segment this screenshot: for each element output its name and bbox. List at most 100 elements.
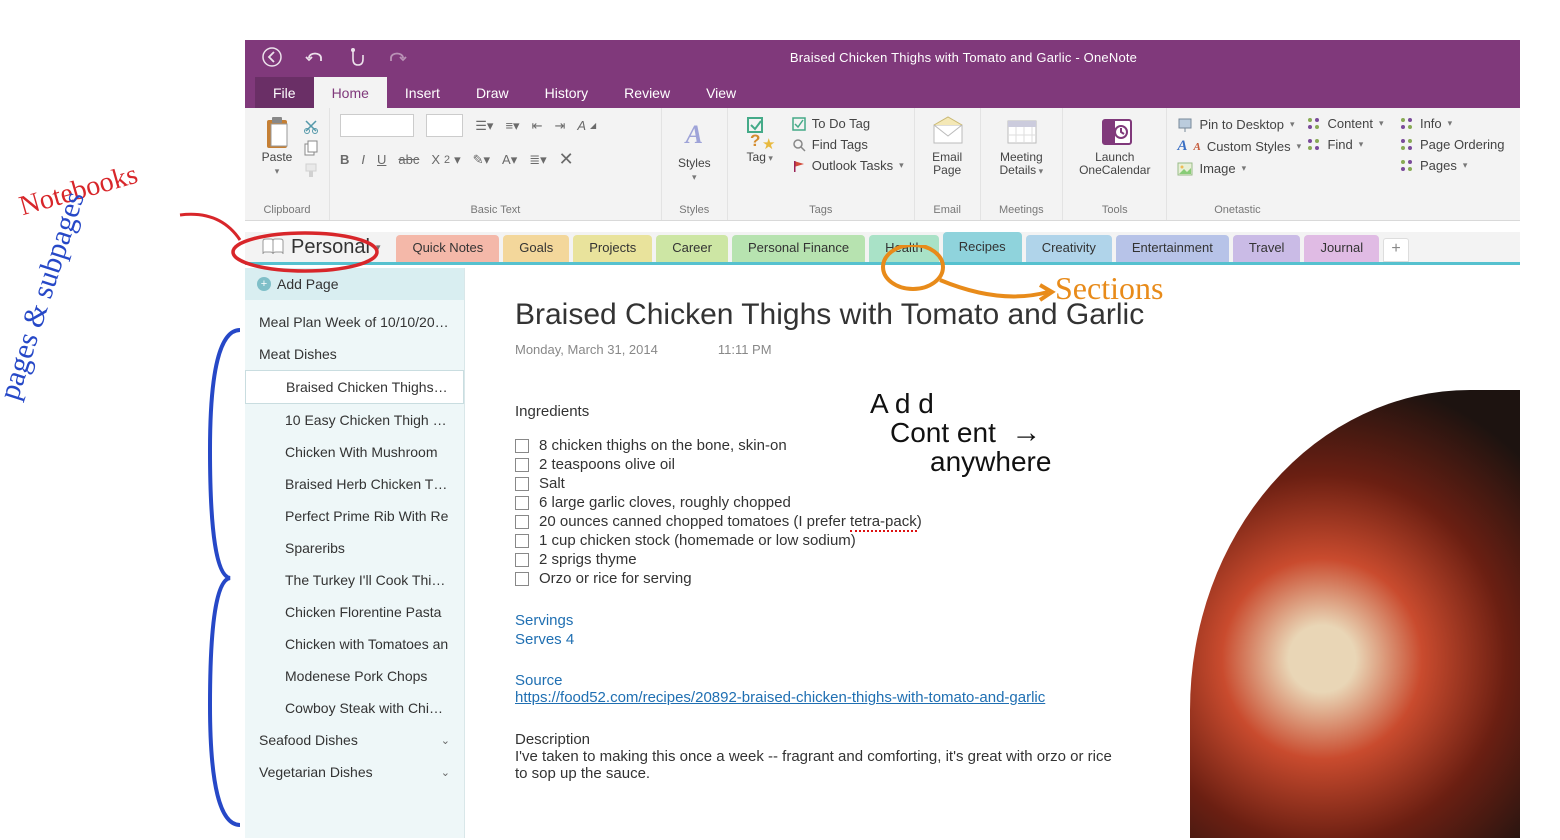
copy-icon[interactable] — [303, 140, 319, 156]
email-page-button[interactable]: Email Page — [925, 114, 970, 179]
description-text[interactable]: I've taken to making this once a week --… — [515, 748, 1115, 782]
find-button[interactable]: Find — [1307, 137, 1390, 152]
section-tab-personal-finance[interactable]: Personal Finance — [732, 235, 865, 262]
underline-button[interactable]: U — [377, 152, 386, 167]
page-subitem[interactable]: 10 Easy Chicken Thigh Re — [245, 404, 464, 436]
page-item[interactable]: Vegetarian Dishes⌄ — [245, 756, 464, 788]
ingredient-text[interactable]: Orzo or rice for serving — [539, 570, 692, 587]
ingredient-text[interactable]: Salt — [539, 475, 565, 492]
cut-icon[interactable] — [303, 118, 319, 134]
section-tab-entertainment[interactable]: Entertainment — [1116, 235, 1229, 262]
tab-home[interactable]: Home — [314, 77, 387, 108]
page-item[interactable]: Meat Dishes — [245, 338, 464, 370]
tag-button[interactable]: ?★ Tag — [738, 114, 782, 173]
page-subitem[interactable]: Modenese Pork Chops — [245, 660, 464, 692]
custom-styles-button[interactable]: AACustom Styles — [1177, 138, 1297, 155]
section-tab-career[interactable]: Career — [656, 235, 728, 262]
numbering-icon[interactable]: ≡▾ — [505, 118, 519, 134]
pin-to-desktop-button[interactable]: Pin to Desktop — [1177, 116, 1297, 132]
styles-button[interactable]: A Styles — [672, 114, 717, 185]
checkbox-icon[interactable] — [515, 458, 529, 472]
page-subitem[interactable]: Cowboy Steak with Chimic — [245, 692, 464, 724]
group-onetastic-b: Content Find — [1307, 108, 1400, 220]
section-tab-goals[interactable]: Goals — [503, 235, 569, 262]
tab-view[interactable]: View — [688, 77, 754, 108]
ingredient-text[interactable]: 2 teaspoons olive oil — [539, 456, 675, 473]
add-page-button[interactable]: + Add Page — [245, 268, 464, 300]
checkbox-icon[interactable] — [515, 477, 529, 491]
subscript-button[interactable]: X2▾ — [431, 152, 460, 168]
redo-icon[interactable] — [387, 49, 407, 65]
info-button[interactable]: Info — [1400, 116, 1510, 131]
checkbox-icon[interactable] — [515, 572, 529, 586]
section-tab-health[interactable]: Health — [869, 235, 939, 262]
checkbox-icon[interactable] — [515, 496, 529, 510]
checkbox-icon[interactable] — [515, 534, 529, 548]
tab-history[interactable]: History — [527, 77, 607, 108]
meeting-details-button[interactable]: Meeting Details — [991, 114, 1052, 179]
page-subitem[interactable]: Braised Herb Chicken Thig — [245, 468, 464, 500]
strike-button[interactable]: abc — [398, 152, 419, 167]
tab-insert[interactable]: Insert — [387, 77, 458, 108]
add-section-button[interactable]: + — [1383, 238, 1409, 262]
notebook-dropdown[interactable]: Personal — [249, 232, 392, 262]
page-ordering-button[interactable]: Page Ordering — [1400, 137, 1510, 152]
ingredients-heading[interactable]: Ingredients — [515, 403, 1470, 420]
ingredient-text[interactable]: 8 chicken thighs on the bone, skin-on — [539, 437, 787, 454]
paste-button[interactable]: Paste — [255, 114, 299, 179]
page-time[interactable]: 11:11 PM — [718, 342, 772, 357]
section-tab-journal[interactable]: Journal — [1304, 235, 1379, 262]
clear-formatting-icon[interactable]: A◢ — [577, 118, 596, 133]
tab-file[interactable]: File — [255, 77, 314, 108]
page-item[interactable]: Meal Plan Week of 10/10/2016 — [245, 306, 464, 338]
page-subitem[interactable]: Spareribs — [245, 532, 464, 564]
content-button[interactable]: Content — [1307, 116, 1390, 131]
checkbox-icon[interactable] — [515, 439, 529, 453]
undo-icon[interactable] — [305, 49, 325, 65]
outdent-icon[interactable]: ⇤ — [532, 118, 543, 134]
outlook-tasks-button[interactable]: Outlook Tasks — [792, 158, 904, 173]
font-name-dropdown[interactable] — [340, 114, 414, 137]
page-subitem[interactable]: The Turkey I'll Cook This Y — [245, 564, 464, 596]
bullets-icon[interactable]: ☰▾ — [475, 118, 493, 134]
ingredient-text[interactable]: 2 sprigs thyme — [539, 551, 637, 568]
image-button[interactable]: Image — [1177, 161, 1297, 176]
highlight-button[interactable]: ✎▾ — [473, 152, 490, 168]
section-tab-recipes[interactable]: Recipes — [943, 232, 1022, 262]
page-subitem[interactable]: Braised Chicken Thighs wi — [245, 370, 464, 404]
page-subitem[interactable]: Chicken With Mushroom — [245, 436, 464, 468]
page-subitem[interactable]: Chicken Florentine Pasta — [245, 596, 464, 628]
section-tab-projects[interactable]: Projects — [573, 235, 652, 262]
back-icon[interactable] — [261, 46, 283, 68]
page-item[interactable]: Seafood Dishes⌄ — [245, 724, 464, 756]
section-tab-quick-notes[interactable]: Quick Notes — [396, 235, 499, 262]
page-subitem[interactable]: Chicken with Tomatoes an — [245, 628, 464, 660]
checkbox-icon[interactable] — [515, 515, 529, 529]
tab-draw[interactable]: Draw — [458, 77, 527, 108]
ingredient-text[interactable]: 1 cup chicken stock (homemade or low sod… — [539, 532, 856, 549]
ingredient-text[interactable]: 6 large garlic cloves, roughly chopped — [539, 494, 791, 511]
font-size-dropdown[interactable] — [426, 114, 464, 137]
page-date[interactable]: Monday, March 31, 2014 — [515, 342, 658, 357]
delete-icon[interactable]: ✕ — [559, 149, 574, 170]
touch-mode-icon[interactable] — [347, 47, 365, 67]
page-title[interactable]: Braised Chicken Thighs with Tomato and G… — [515, 298, 1470, 332]
section-tab-travel[interactable]: Travel — [1233, 235, 1301, 262]
align-button[interactable]: ≣▾ — [529, 152, 546, 168]
page-subitem[interactable]: Perfect Prime Rib With Re — [245, 500, 464, 532]
font-color-button[interactable]: A▾ — [502, 152, 517, 168]
section-tab-creativity[interactable]: Creativity — [1026, 235, 1112, 262]
pages-button[interactable]: Pages — [1400, 158, 1510, 173]
bold-button[interactable]: B — [340, 152, 349, 167]
format-painter-icon[interactable] — [303, 162, 319, 178]
checkbox-icon[interactable] — [515, 553, 529, 567]
indent-icon[interactable]: ⇥ — [554, 118, 565, 134]
description-heading[interactable]: Description — [515, 731, 1115, 748]
tab-review[interactable]: Review — [606, 77, 688, 108]
ingredient-text[interactable]: 20 ounces canned chopped tomatoes (I pre… — [539, 513, 922, 530]
italic-button[interactable]: I — [361, 152, 365, 167]
find-tags-button[interactable]: Find Tags — [792, 137, 904, 152]
source-link[interactable]: https://food52.com/recipes/20892-braised… — [515, 689, 1045, 706]
todo-tag-button[interactable]: To Do Tag — [792, 116, 904, 131]
launch-onecalendar-button[interactable]: Launch OneCalendar — [1073, 114, 1156, 179]
